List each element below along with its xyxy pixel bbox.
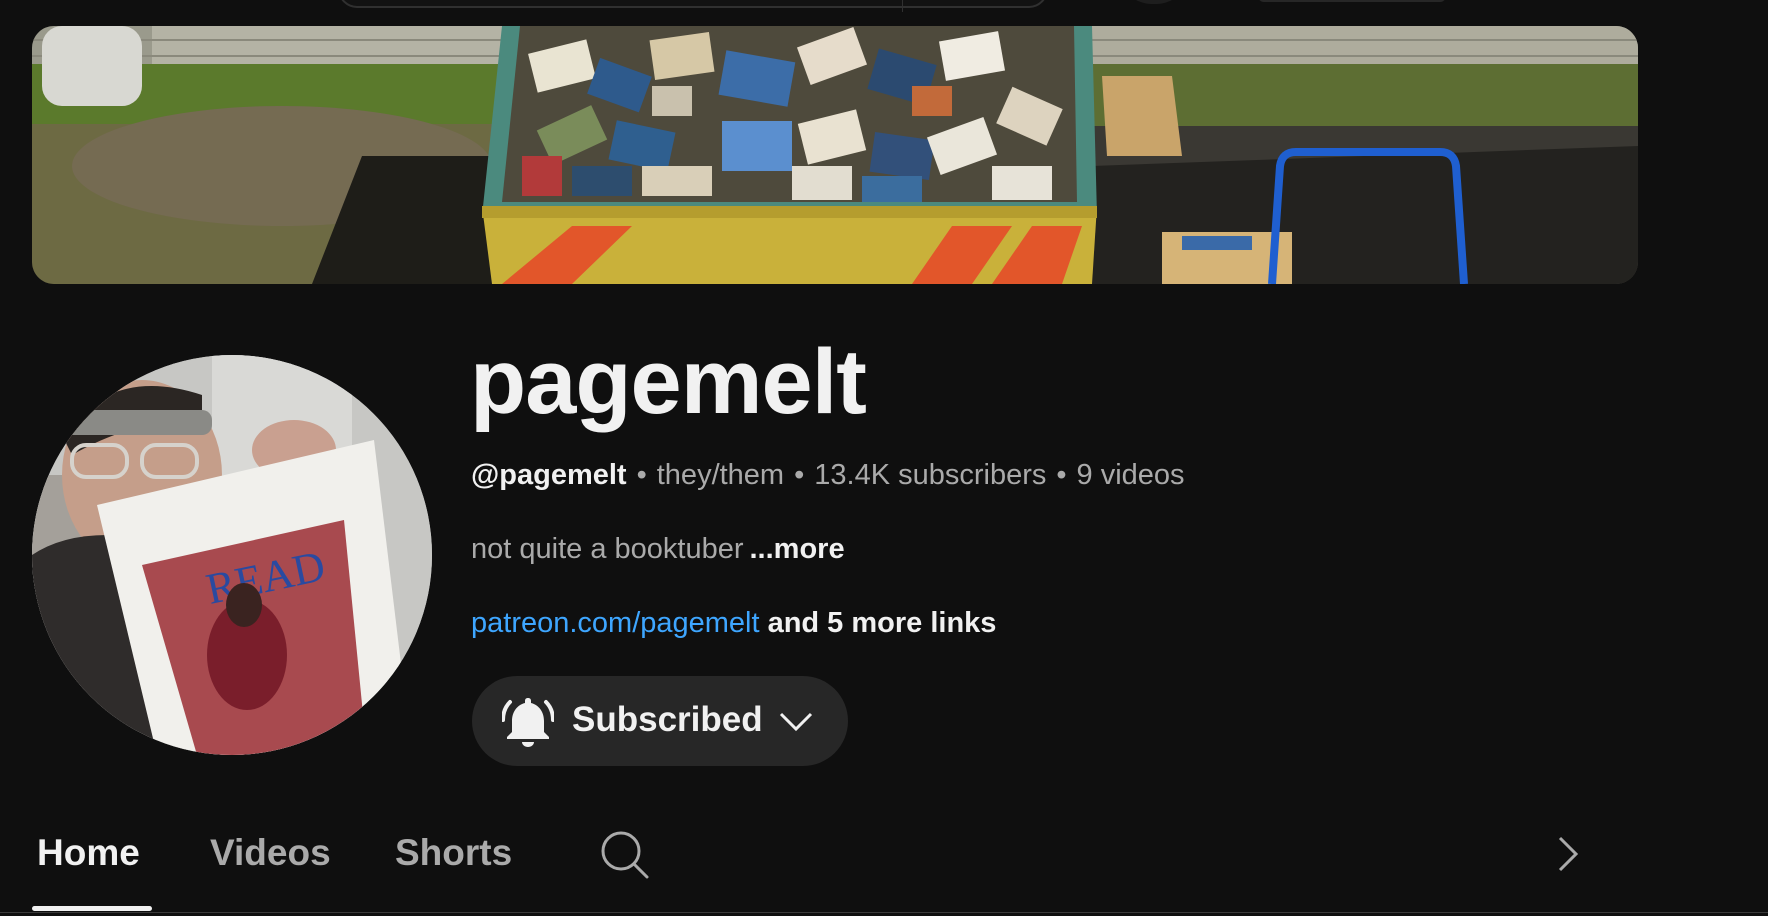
channel-link[interactable]: patreon.com/pagemelt: [471, 607, 760, 639]
search-icon[interactable]: [600, 830, 650, 880]
description-more-button[interactable]: ...more: [749, 533, 844, 565]
chevron-down-icon: [779, 712, 813, 732]
subscriber-count: 13.4K subscribers: [814, 459, 1047, 491]
channel-tabs: Home Videos Shorts: [0, 820, 1768, 916]
tab-shorts[interactable]: Shorts: [395, 832, 512, 874]
subscribed-label: Subscribed: [572, 700, 763, 739]
channel-pronouns: they/them: [656, 459, 785, 491]
channel-page: READ pagemelt @pagemelt • they/them • 13.4K …: [0, 0, 1768, 916]
channel-links: patreon.com/pagemelt and 5 more links: [471, 606, 996, 641]
active-tab-indicator: [32, 906, 152, 911]
avatar-image: READ: [32, 355, 432, 755]
search-divider: [902, 0, 903, 12]
video-count: 9 videos: [1076, 459, 1185, 491]
bell-icon: [502, 698, 554, 747]
channel-handle: @pagemelt: [471, 459, 627, 491]
tab-videos[interactable]: Videos: [210, 832, 331, 874]
channel-description: not quite a booktuber ...more: [471, 532, 845, 567]
tab-home[interactable]: Home: [37, 832, 140, 874]
masthead-search-box[interactable]: [338, 0, 1048, 12]
description-text: not quite a booktuber: [471, 533, 744, 565]
meta-separator: •: [1056, 459, 1067, 491]
masthead-button[interactable]: [1258, 0, 1446, 2]
channel-banner: [32, 26, 1638, 284]
tabs-divider: [0, 912, 1768, 913]
more-links-button[interactable]: and 5 more links: [768, 607, 997, 639]
chevron-right-icon[interactable]: [1550, 834, 1586, 874]
banner-image: [32, 26, 1638, 284]
channel-meta: @pagemelt • they/them • 13.4K subscribers • 9 …: [471, 458, 1185, 493]
channel-avatar[interactable]: READ: [32, 355, 432, 755]
meta-separator: •: [636, 459, 647, 491]
channel-name: pagemelt: [470, 331, 867, 433]
voice-search-button[interactable]: [1118, 0, 1190, 4]
subscribed-button[interactable]: Subscribed: [472, 676, 848, 766]
meta-separator: •: [794, 459, 805, 491]
